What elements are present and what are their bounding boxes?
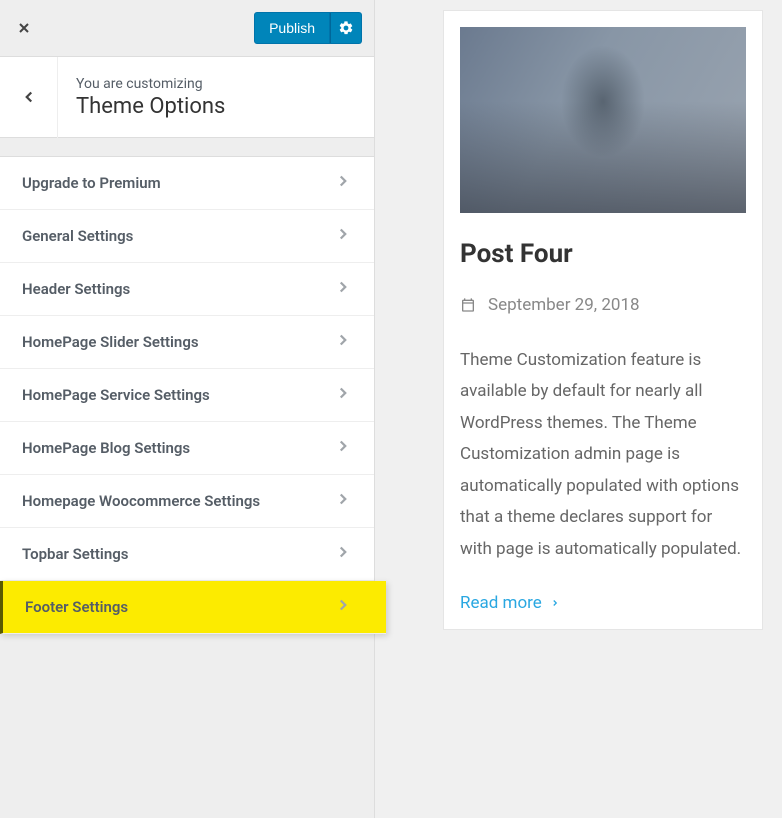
post-date: September 29, 2018 [488,295,640,315]
gear-icon [338,20,354,36]
menu-item-service-settings[interactable]: HomePage Service Settings [0,369,374,422]
menu-item-label: HomePage Slider Settings [22,333,199,351]
settings-button[interactable] [330,12,362,44]
chevron-right-icon [334,331,352,353]
post-meta: September 29, 2018 [460,295,746,315]
publish-button[interactable]: Publish [254,12,330,44]
customizer-sidebar: Publish You are customizing Theme Option… [0,0,374,818]
menu-item-blog-settings[interactable]: HomePage Blog Settings [0,422,374,475]
panel-subtitle: You are customizing [76,76,225,92]
menu-item-topbar-settings[interactable]: Topbar Settings [0,528,374,581]
menu-item-woocommerce-settings[interactable]: Homepage Woocommerce Settings [0,475,374,528]
top-actions: Publish [254,12,362,44]
menu-item-upgrade[interactable]: Upgrade to Premium [0,157,374,210]
menu-item-footer-settings[interactable]: Footer Settings [0,581,386,634]
calendar-icon [460,297,476,313]
post-image [460,27,746,213]
menu-item-label: HomePage Blog Settings [22,439,190,457]
menu-item-label: Footer Settings [25,598,128,616]
chevron-right-icon [334,225,352,247]
chevron-right-icon [334,596,352,618]
post-card: Post Four September 29, 2018 Theme Custo… [443,10,763,630]
menu-list: Upgrade to Premium General Settings Head… [0,156,374,634]
menu-item-label: Header Settings [22,280,130,298]
read-more-label: Read more [460,593,542,613]
post-title: Post Four [460,239,746,269]
chevron-right-icon [334,278,352,300]
close-icon [16,20,32,36]
chevron-right-icon [334,543,352,565]
menu-item-slider-settings[interactable]: HomePage Slider Settings [0,316,374,369]
menu-item-header-settings[interactable]: Header Settings [0,263,374,316]
chevron-right-icon [550,598,560,608]
post-excerpt: Theme Customization feature is available… [460,345,746,565]
read-more-link[interactable]: Read more [460,593,746,613]
chevron-right-icon [334,384,352,406]
back-button[interactable] [0,57,58,138]
panel-title: Theme Options [76,94,225,119]
close-button[interactable] [0,0,48,57]
menu-item-label: General Settings [22,227,133,245]
menu-item-label: HomePage Service Settings [22,386,210,404]
menu-item-label: Upgrade to Premium [22,174,161,192]
customizer-topbar: Publish [0,0,374,57]
panel-header: You are customizing Theme Options [0,57,374,138]
panel-titles: You are customizing Theme Options [58,76,225,119]
menu-item-general-settings[interactable]: General Settings [0,210,374,263]
menu-item-label: Topbar Settings [22,545,128,563]
chevron-left-icon [20,88,38,106]
chevron-right-icon [334,172,352,194]
chevron-right-icon [334,490,352,512]
menu-item-label: Homepage Woocommerce Settings [22,492,260,510]
chevron-right-icon [334,437,352,459]
preview-pane: Post Four September 29, 2018 Theme Custo… [374,0,782,818]
